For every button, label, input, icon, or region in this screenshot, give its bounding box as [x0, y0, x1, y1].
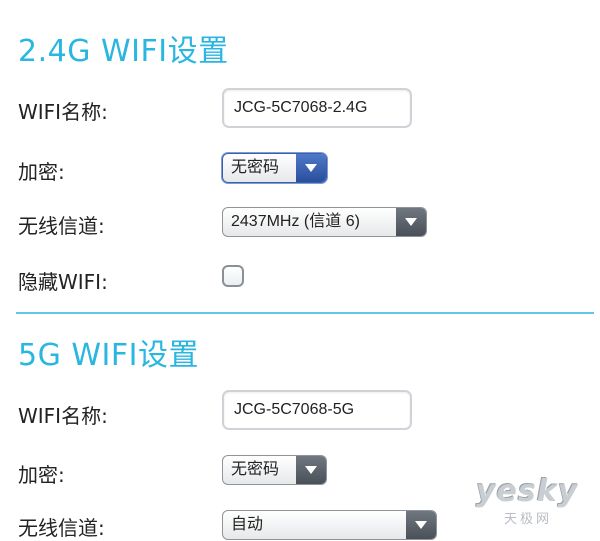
chevron-down-icon	[296, 456, 326, 484]
hide-wifi-checkbox-24g[interactable]	[222, 265, 244, 287]
ssid-input-24g[interactable]	[222, 88, 412, 128]
chevron-down-icon	[296, 154, 326, 182]
ssid-label-24g: WIFI名称:	[18, 100, 108, 124]
encryption-select-24g[interactable]: 无密码	[222, 153, 327, 183]
section-title-24g: 2.4G WIFI设置	[18, 34, 229, 69]
ssid-input-5g[interactable]	[222, 390, 412, 430]
section-title-5g: 5G WIFI设置	[18, 338, 199, 373]
hide-wifi-label-24g: 隐藏WIFI:	[18, 270, 108, 294]
channel-select-5g[interactable]: 自动	[222, 510, 437, 540]
yesky-watermark: yesky 天极网	[470, 474, 600, 534]
channel-label-5g: 无线信道:	[18, 516, 105, 540]
watermark-subtext: 天极网	[504, 512, 553, 527]
channel-label-24g: 无线信道:	[18, 214, 105, 238]
ssid-label-5g: WIFI名称:	[18, 404, 108, 428]
watermark-logo: yesky	[476, 474, 579, 509]
encryption-select-value-24g: 无密码	[231, 159, 280, 176]
encryption-label-5g: 加密:	[18, 463, 65, 487]
chevron-down-icon	[396, 208, 426, 236]
channel-select-value-5g: 自动	[231, 516, 264, 533]
encryption-select-value-5g: 无密码	[231, 461, 280, 478]
channel-select-value-24g: 2437MHz (信道 6)	[231, 213, 360, 230]
channel-select-24g[interactable]: 2437MHz (信道 6)	[222, 207, 427, 237]
encryption-label-24g: 加密:	[18, 160, 65, 184]
encryption-select-5g[interactable]: 无密码	[222, 455, 327, 485]
section-divider	[16, 312, 594, 314]
chevron-down-icon	[406, 511, 436, 539]
